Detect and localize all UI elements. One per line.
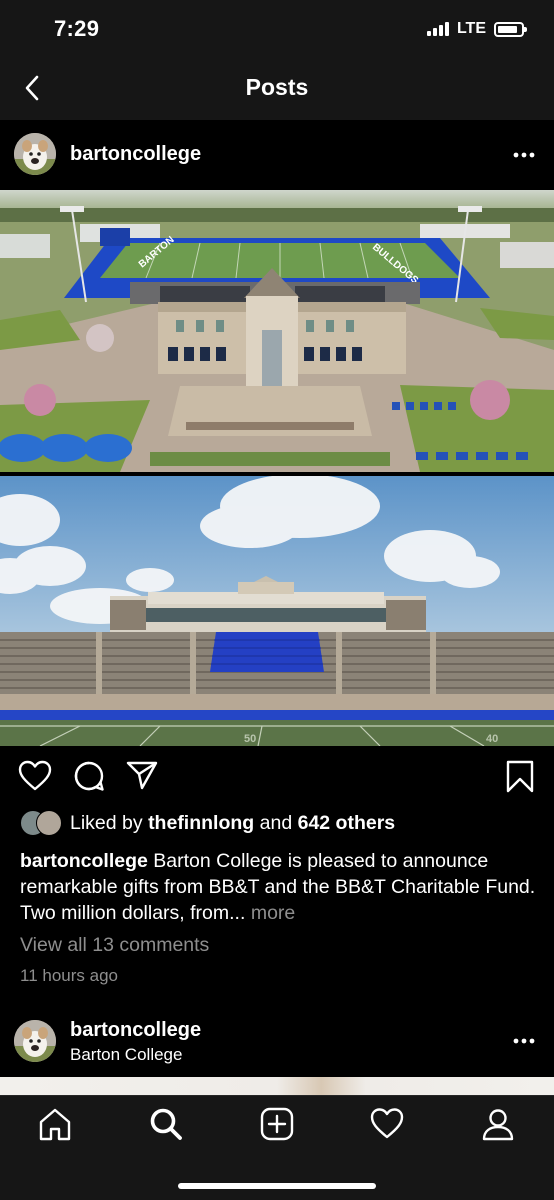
comment-icon[interactable] bbox=[73, 760, 105, 792]
yard-marker-left: 50 bbox=[244, 733, 256, 745]
status-indicators: LTE bbox=[426, 20, 527, 38]
search-icon[interactable] bbox=[148, 1106, 184, 1142]
likes-others[interactable]: 642 others bbox=[298, 812, 396, 835]
new-post-icon[interactable] bbox=[259, 1106, 295, 1142]
network-label: LTE bbox=[456, 20, 486, 37]
home-indicator bbox=[178, 1183, 376, 1189]
next-post-username[interactable]: bartoncollege bbox=[70, 1019, 201, 1042]
more-options-icon[interactable] bbox=[512, 151, 536, 159]
avatar bbox=[36, 810, 62, 836]
likes-prefix: Liked by bbox=[70, 811, 143, 834]
post-timestamp: 11 hours ago bbox=[20, 966, 118, 985]
caption-username[interactable]: bartoncollege bbox=[20, 850, 148, 872]
profile-icon[interactable] bbox=[480, 1106, 516, 1142]
likes-conjunction: and bbox=[259, 811, 293, 834]
liker-avatars bbox=[20, 810, 64, 836]
caption-more-link[interactable]: more bbox=[251, 902, 295, 924]
bookmark-icon[interactable] bbox=[506, 760, 534, 794]
activity-heart-icon[interactable] bbox=[369, 1106, 405, 1142]
view-comments-link[interactable]: View all 13 comments bbox=[20, 934, 209, 957]
likes-summary[interactable]: Liked by thefinnlong and 642 others bbox=[20, 810, 395, 836]
home-icon[interactable] bbox=[37, 1106, 73, 1142]
avatar[interactable] bbox=[14, 133, 56, 175]
post-image-grandstand[interactable]: 50 40 bbox=[0, 476, 554, 746]
next-post-location[interactable]: Barton College bbox=[70, 1045, 182, 1065]
post-caption: bartoncollege Barton College is pleased … bbox=[20, 848, 540, 926]
share-icon[interactable] bbox=[126, 760, 158, 790]
status-time: 7:29 bbox=[54, 16, 100, 41]
post-image-aerial-stadium[interactable]: BARTON BULLDOGS bbox=[0, 190, 554, 472]
next-post-image[interactable] bbox=[0, 1077, 554, 1095]
page-title: Posts bbox=[245, 74, 309, 100]
yard-marker-right: 40 bbox=[486, 733, 498, 745]
post-username[interactable]: bartoncollege bbox=[70, 143, 201, 166]
signal-icon bbox=[426, 22, 449, 36]
more-options-icon[interactable] bbox=[512, 1037, 536, 1045]
avatar[interactable] bbox=[14, 1020, 56, 1062]
likes-user[interactable]: thefinnlong bbox=[148, 812, 254, 835]
like-heart-icon[interactable] bbox=[18, 760, 52, 792]
battery-icon bbox=[494, 21, 527, 37]
